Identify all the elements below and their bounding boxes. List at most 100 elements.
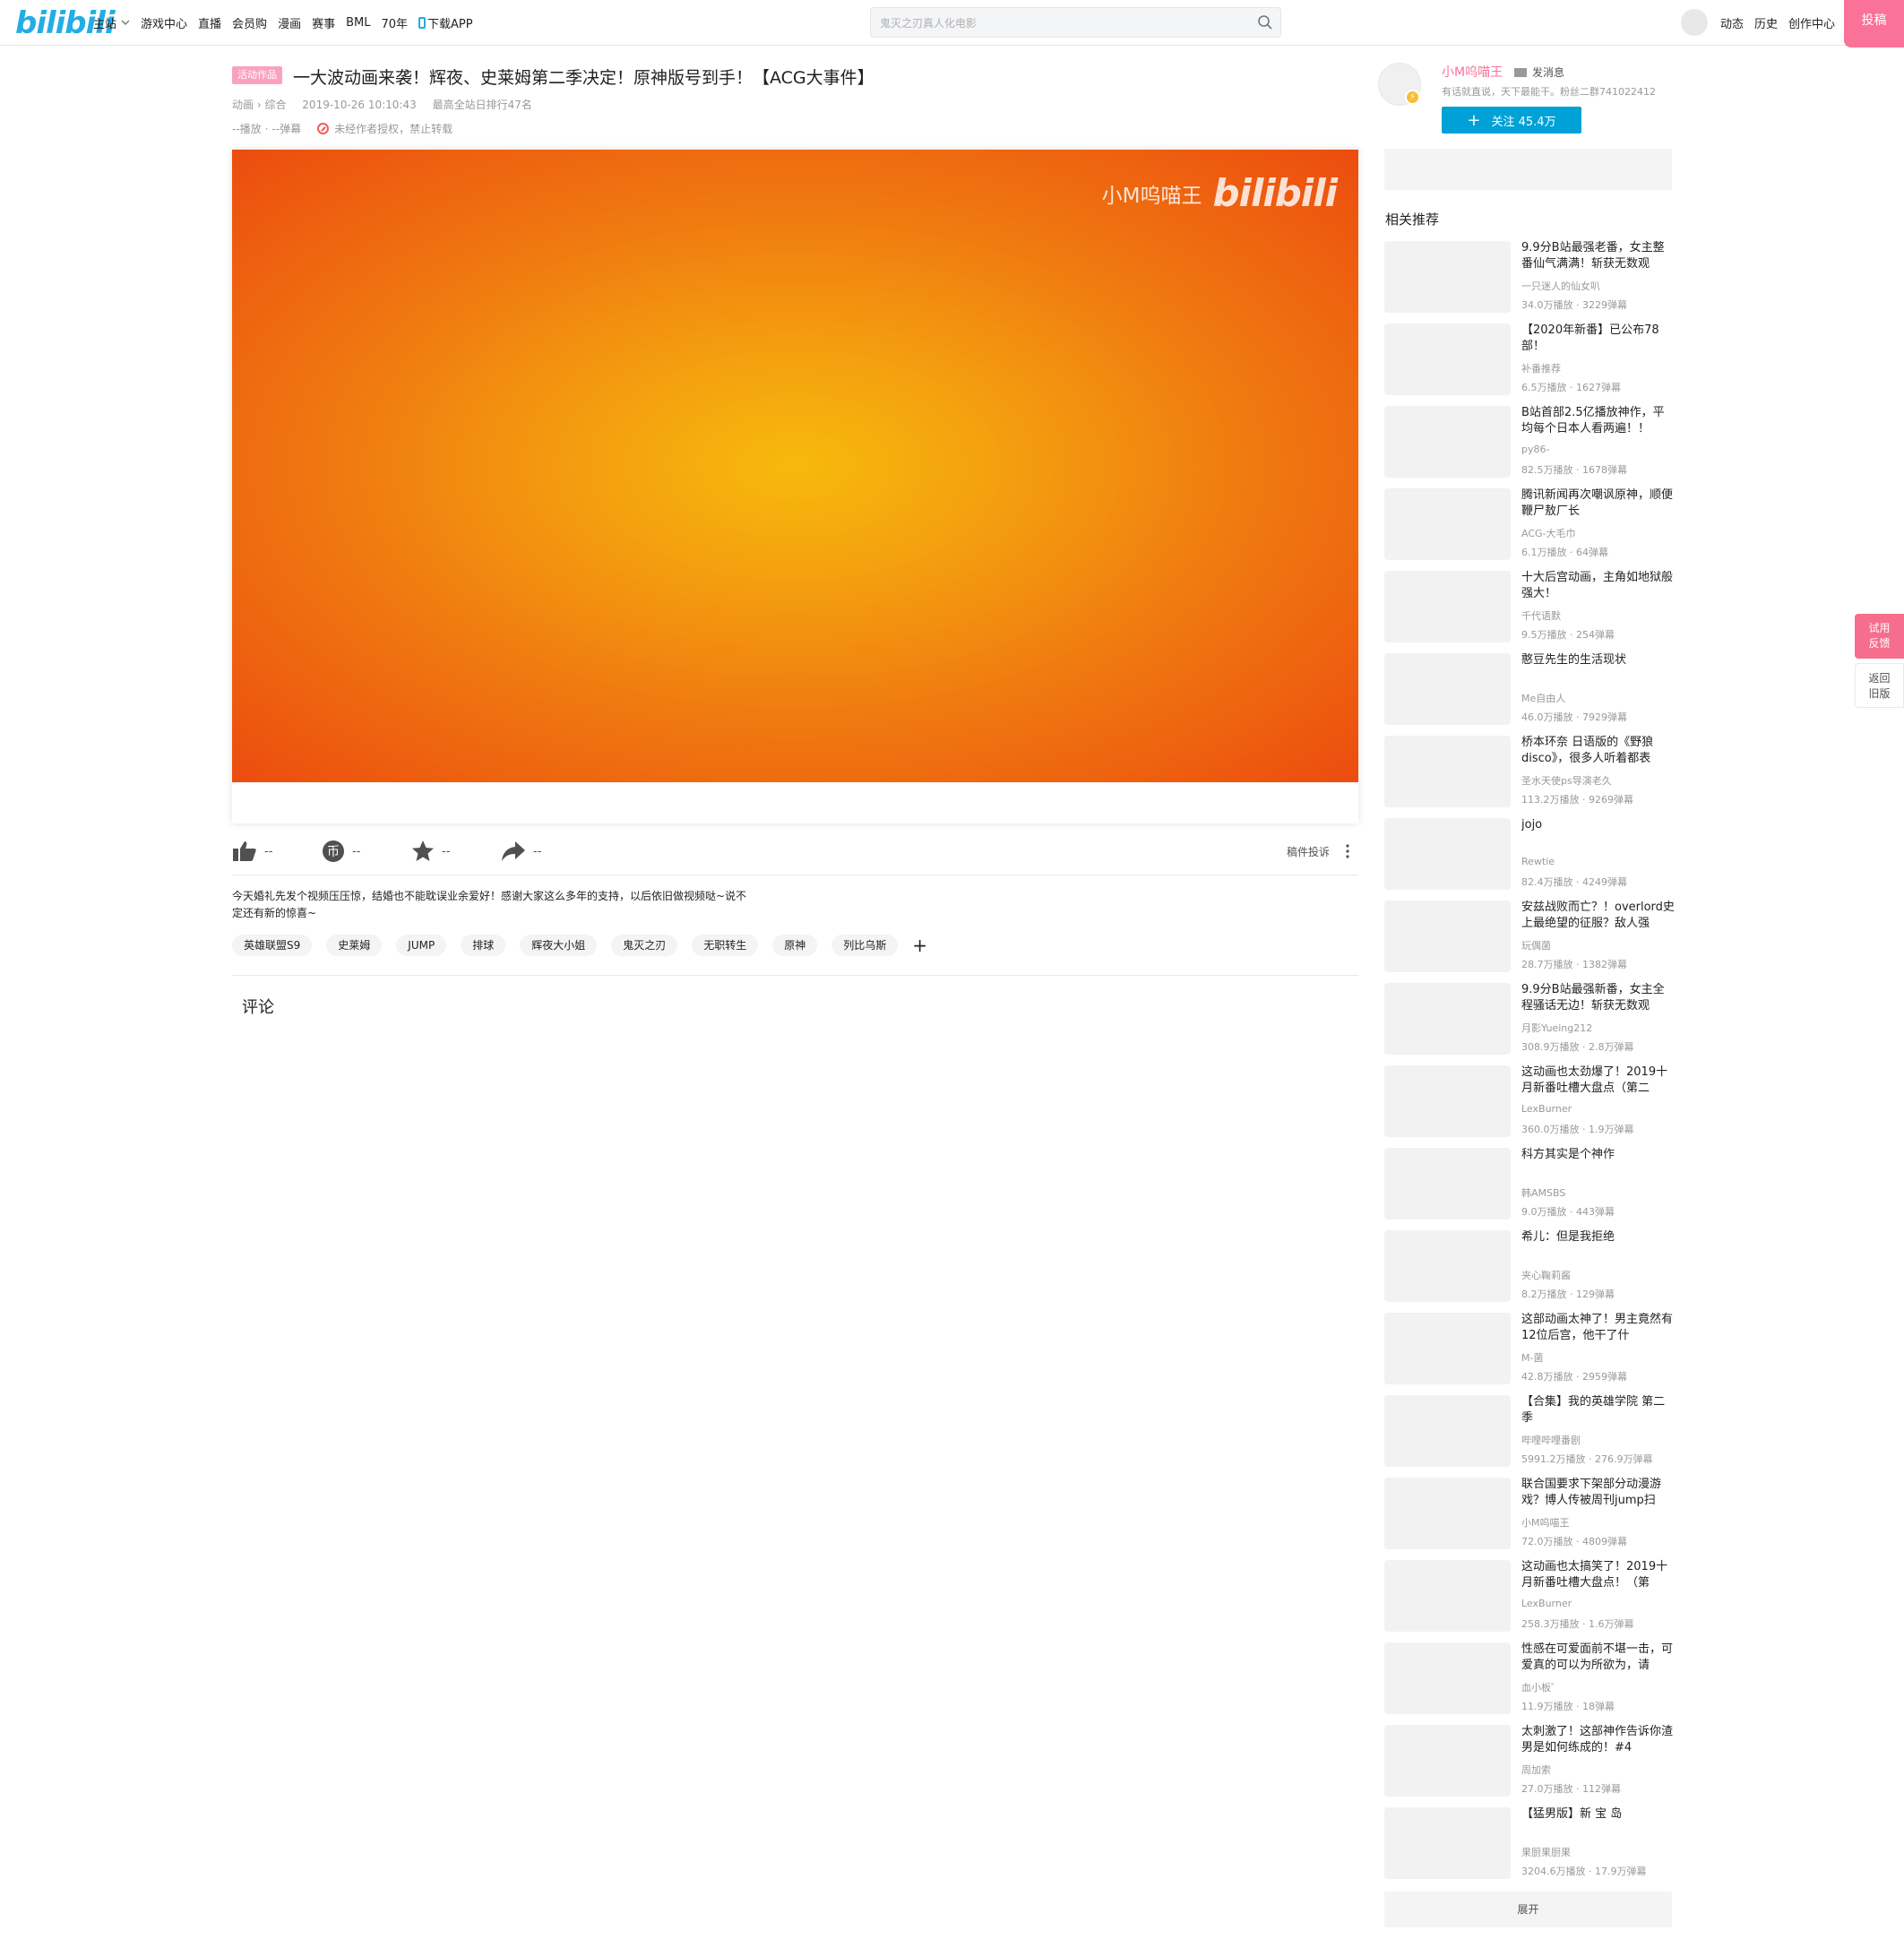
related-title[interactable]: 【合集】我的英雄学院 第二季 bbox=[1521, 1394, 1676, 1427]
related-title[interactable]: 憨豆先生的生活现状 bbox=[1521, 652, 1676, 668]
video-frame[interactable]: 小M呜喵王 bilibili bbox=[232, 150, 1358, 782]
breadcrumb-subcategory[interactable]: 综合 bbox=[264, 99, 286, 111]
related-up[interactable]: LexBurner bbox=[1521, 1598, 1572, 1609]
nav-item-bml[interactable]: BML bbox=[346, 16, 370, 30]
nav-item-main[interactable]: 主站 bbox=[93, 14, 130, 31]
related-item[interactable]: 科方其实是个神作 韩AMSBS 9.0万播放 · 443弹幕 bbox=[1384, 1147, 1676, 1220]
related-up[interactable]: 夹心鞠莉酱 bbox=[1521, 1268, 1571, 1282]
related-item[interactable]: 【合集】我的英雄学院 第二季 哔哩哔哩番剧 5991.2万播放 · 276.9万弹幕 bbox=[1384, 1394, 1676, 1468]
related-thumbnail[interactable] bbox=[1384, 1148, 1511, 1220]
video-player[interactable]: 小M呜喵王 bilibili bbox=[232, 150, 1358, 823]
related-up[interactable]: Me自由人 bbox=[1521, 691, 1565, 705]
related-title[interactable]: 这动画也太搞笑了！2019十月新番吐槽大盘点！（第 bbox=[1521, 1559, 1676, 1591]
related-item[interactable]: 这动画也太搞笑了！2019十月新番吐槽大盘点！（第 LexBurner 258.3万… bbox=[1384, 1559, 1676, 1633]
tag-item[interactable]: JUMP bbox=[396, 935, 447, 956]
related-thumbnail[interactable] bbox=[1384, 571, 1511, 642]
related-thumbnail[interactable] bbox=[1384, 1230, 1511, 1302]
related-title[interactable]: 9.9分B站最强新番，女主全程骚话无边！斩获无数观 bbox=[1521, 982, 1676, 1014]
related-item[interactable]: 【猛男版】新 宝 岛果厨果厨果 3204.6万播放 · 17.9万弹幕 bbox=[1384, 1806, 1676, 1880]
related-thumbnail[interactable] bbox=[1384, 1642, 1511, 1714]
related-title[interactable]: 这部动画太神了！男主竟然有12位后宫，他干了什 bbox=[1521, 1312, 1676, 1344]
related-title[interactable]: 安兹战败而亡？！overlord史上最绝望的征服？敌人强 bbox=[1521, 900, 1676, 932]
related-title[interactable]: 这动画也太劲爆了！2019十月新番吐槽大盘点（第二 bbox=[1521, 1065, 1676, 1097]
search-input[interactable] bbox=[871, 8, 1240, 39]
related-thumbnail[interactable] bbox=[1384, 1725, 1511, 1797]
related-thumbnail[interactable] bbox=[1384, 1807, 1511, 1879]
nav-item-game-center[interactable]: 游戏中心 bbox=[141, 14, 187, 31]
related-item[interactable]: 性感在可爱面前不堪一击，可爱真的可以为所欲为，请 血小板゛ 11.9万播放 · 18… bbox=[1384, 1642, 1676, 1715]
nav-item-manga[interactable]: 漫画 bbox=[278, 14, 301, 31]
related-thumbnail[interactable] bbox=[1384, 1395, 1511, 1467]
nav-item-download-app[interactable]: 下载APP bbox=[418, 14, 473, 31]
tag-item[interactable]: 列比乌斯 bbox=[831, 935, 899, 956]
related-title[interactable]: 联合国要求下架部分动漫游戏？博人传被周刊jump扫 bbox=[1521, 1477, 1676, 1509]
related-up[interactable]: 玩偶菌 bbox=[1521, 938, 1551, 952]
old-version-button[interactable]: 返回 旧版 bbox=[1855, 663, 1904, 708]
like-button[interactable]: -- bbox=[232, 837, 272, 866]
related-up[interactable]: 小M呜喵王 bbox=[1521, 1515, 1570, 1530]
related-title[interactable]: 9.9分B站最强老番，女主整番仙气满满！斩获无数观 bbox=[1521, 240, 1676, 272]
tag-item[interactable]: 英雄联盟S9 bbox=[232, 935, 313, 956]
related-title[interactable]: 太刺激了！这部神作告诉你渣男是如何练成的！#4 bbox=[1521, 1724, 1676, 1756]
related-thumbnail[interactable] bbox=[1384, 736, 1511, 807]
send-message-button[interactable]: 发消息 bbox=[1514, 65, 1564, 80]
tag-item[interactable]: 史莱姆 bbox=[326, 935, 383, 956]
related-item[interactable]: jojo Rewtie 82.4万播放 · 4249弹幕 bbox=[1384, 817, 1676, 891]
related-item[interactable]: 9.9分B站最强老番，女主整番仙气满满！斩获无数观 一只迷人的仙女叭 34.0万播放… bbox=[1384, 240, 1676, 314]
related-title[interactable]: 科方其实是个神作 bbox=[1521, 1147, 1676, 1163]
related-item[interactable]: 这动画也太劲爆了！2019十月新番吐槽大盘点（第二 LexBurner 360.0万… bbox=[1384, 1065, 1676, 1138]
related-item[interactable]: 【2020年新番】已公布78部！ 补番推荐 6.5万播放 · 1627弹幕 bbox=[1384, 323, 1676, 396]
related-title[interactable]: 希儿：但是我拒绝 bbox=[1521, 1229, 1676, 1246]
tag-item[interactable]: 鬼灭之刃 bbox=[611, 935, 678, 956]
related-title[interactable]: 【猛男版】新 宝 岛 bbox=[1521, 1806, 1676, 1823]
upload-button[interactable]: 投稿 bbox=[1844, 0, 1904, 47]
tag-item[interactable]: 排球 bbox=[461, 935, 506, 956]
related-up[interactable]: py86- bbox=[1521, 444, 1549, 455]
related-item[interactable]: B站首部2.5亿播放神作，平均每个日本人看两遍！！ py86- 82.5万播放 · … bbox=[1384, 405, 1676, 478]
related-up[interactable]: 果厨果厨果 bbox=[1521, 1845, 1571, 1859]
related-title[interactable]: jojo bbox=[1521, 817, 1676, 833]
related-item[interactable]: 十大后宫动画，主角如地狱般强大！ 千代语默 9.5万播放 · 254弹幕 bbox=[1384, 570, 1676, 643]
related-title[interactable]: 桥本环奈 日语版的《野狼disco》，很多人听着都表 bbox=[1521, 735, 1676, 767]
share-button[interactable]: -- bbox=[501, 837, 541, 866]
nav-item-creator-center[interactable]: 创作中心 bbox=[1788, 14, 1835, 31]
tag-item[interactable]: 辉夜大小姐 bbox=[520, 935, 598, 956]
follow-button[interactable]: + 关注 45.4万 bbox=[1442, 107, 1581, 134]
related-thumbnail[interactable] bbox=[1384, 241, 1511, 313]
nav-item-live[interactable]: 直播 bbox=[198, 14, 221, 31]
related-up[interactable]: Rewtie bbox=[1521, 856, 1555, 867]
coin-button[interactable]: 币 -- bbox=[322, 837, 360, 866]
nav-item-member-shop[interactable]: 会员购 bbox=[232, 14, 267, 31]
up-name[interactable]: 小M呜喵王 bbox=[1442, 63, 1503, 81]
related-thumbnail[interactable] bbox=[1384, 406, 1511, 478]
related-up[interactable]: 圣水天使ps导演老久 bbox=[1521, 773, 1612, 788]
related-up[interactable]: 哔哩哔哩番剧 bbox=[1521, 1433, 1581, 1447]
related-item[interactable]: 联合国要求下架部分动漫游戏？博人传被周刊jump扫 小M呜喵王 72.0万播放 · … bbox=[1384, 1477, 1676, 1550]
related-thumbnail[interactable] bbox=[1384, 488, 1511, 560]
related-title[interactable]: 【2020年新番】已公布78部！ bbox=[1521, 323, 1676, 355]
tag-item[interactable]: 原神 bbox=[772, 935, 818, 956]
related-item[interactable]: 安兹战败而亡？！overlord史上最绝望的征服？敌人强 玩偶菌 28.7万播放 ·… bbox=[1384, 900, 1676, 973]
nav-item-dynamics[interactable]: 动态 bbox=[1720, 14, 1744, 31]
related-thumbnail[interactable] bbox=[1384, 983, 1511, 1055]
related-title[interactable]: B站首部2.5亿播放神作，平均每个日本人看两遍！！ bbox=[1521, 405, 1676, 437]
related-up[interactable]: 补番推荐 bbox=[1521, 361, 1561, 375]
related-up[interactable]: 千代语默 bbox=[1521, 608, 1561, 623]
expand-button[interactable]: 展开 bbox=[1384, 1892, 1672, 1927]
related-thumbnail[interactable] bbox=[1384, 901, 1511, 972]
search-icon[interactable] bbox=[1257, 14, 1273, 30]
related-thumbnail[interactable] bbox=[1384, 1560, 1511, 1632]
activity-tag[interactable]: 活动作品 bbox=[232, 66, 282, 84]
related-thumbnail[interactable] bbox=[1384, 653, 1511, 725]
related-item[interactable]: 9.9分B站最强新番，女主全程骚话无边！斩获无数观 月影Yueing212 308.… bbox=[1384, 982, 1676, 1056]
more-vertical-icon[interactable] bbox=[1342, 842, 1353, 860]
related-up[interactable]: 韩AMSBS bbox=[1521, 1185, 1565, 1200]
breadcrumb-category[interactable]: 动画 bbox=[232, 99, 254, 111]
related-item[interactable]: 腾讯新闻再次嘲讽原神，顺便鞭尸敖厂长 ACG-大毛巾 6.1万播放 · 64弹幕 bbox=[1384, 487, 1676, 561]
user-avatar[interactable] bbox=[1681, 9, 1708, 36]
nav-item-70years[interactable]: 70年 bbox=[381, 14, 408, 31]
related-title[interactable]: 十大后宫动画，主角如地狱般强大！ bbox=[1521, 570, 1676, 602]
related-thumbnail[interactable] bbox=[1384, 818, 1511, 890]
related-item[interactable]: 桥本环奈 日语版的《野狼disco》，很多人听着都表 圣水天使ps导演老久 113.… bbox=[1384, 735, 1676, 808]
related-up[interactable]: LexBurner bbox=[1521, 1103, 1572, 1115]
